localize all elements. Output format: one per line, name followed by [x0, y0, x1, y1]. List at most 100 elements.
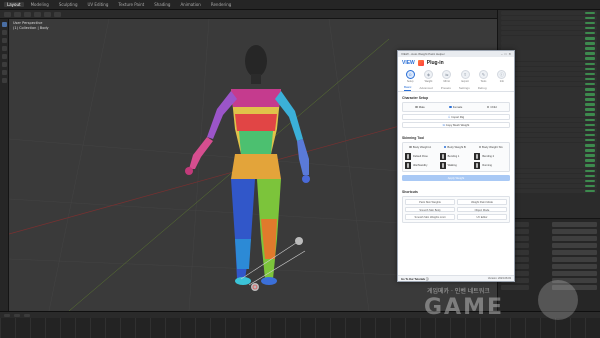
- outliner-row[interactable]: [501, 56, 597, 61]
- property-value-field[interactable]: [552, 250, 597, 255]
- pose-tile[interactable]: Idle/Standby: [405, 162, 438, 169]
- editor-type-button[interactable]: [4, 11, 11, 17]
- outliner-row[interactable]: [501, 30, 597, 36]
- playback-menu[interactable]: [14, 313, 20, 317]
- apply-weight-button[interactable]: Apply Weight: [402, 175, 510, 181]
- timeline-scrubber[interactable]: [0, 318, 600, 338]
- outliner-row[interactable]: [501, 25, 597, 31]
- outliner-row[interactable]: [501, 92, 597, 97]
- measure-tool[interactable]: [2, 78, 7, 83]
- outliner-row[interactable]: [501, 41, 597, 46]
- outliner-row[interactable]: [501, 143, 597, 148]
- annotate-tool[interactable]: [2, 70, 7, 75]
- mode-button[interactable]: ☺ Setup: [405, 70, 415, 83]
- outliner-row[interactable]: [501, 178, 597, 184]
- tab-presets[interactable]: Presets: [441, 86, 451, 91]
- tab-debug[interactable]: Debug: [478, 86, 487, 91]
- property-value-field[interactable]: [552, 222, 597, 227]
- select-tool[interactable]: [2, 22, 7, 27]
- scale-tool[interactable]: [2, 54, 7, 59]
- object-menu[interactable]: [54, 11, 61, 17]
- radio-option[interactable]: Male: [415, 105, 425, 109]
- property-value-field[interactable]: [552, 236, 597, 241]
- outliner-row[interactable]: [501, 168, 597, 173]
- shortcut-button[interactable]: Paint Skin Weights: [405, 199, 455, 205]
- mode-select[interactable]: [14, 11, 21, 17]
- copy-mesh-weight-button[interactable]: ⧉Copy Mesh Weight: [402, 122, 510, 128]
- keying-menu[interactable]: [24, 313, 30, 317]
- outliner-row[interactable]: [501, 97, 597, 102]
- outliner-row[interactable]: [501, 36, 597, 41]
- property-value-field[interactable]: [552, 257, 597, 262]
- mode-button[interactable]: ⇋ Mirror: [442, 70, 452, 83]
- shortcut-button[interactable]: Smooth Skin Weights Limit: [405, 214, 455, 220]
- radio-option[interactable]: Child: [486, 105, 497, 109]
- mode-button[interactable]: ⇪ Export: [460, 70, 470, 83]
- outliner-row[interactable]: [501, 107, 597, 112]
- outliner-row[interactable]: [501, 51, 597, 56]
- close-icon[interactable]: ✕: [508, 52, 511, 56]
- shortcut-button[interactable]: UV Editor: [457, 214, 507, 220]
- rotate-tool[interactable]: [2, 46, 7, 51]
- outliner-row[interactable]: [501, 148, 597, 153]
- radio-option[interactable]: Female: [449, 105, 462, 109]
- cursor-tool[interactable]: [2, 30, 7, 35]
- outliner-row[interactable]: [501, 46, 597, 51]
- outliner-row[interactable]: [501, 102, 597, 107]
- workspace-tab[interactable]: Texture Paint: [115, 2, 147, 7]
- tab-advanced[interactable]: Advanced: [419, 86, 432, 91]
- shortcut-button[interactable]: Smooth Skin Body: [405, 206, 455, 212]
- maximize-icon[interactable]: □: [505, 52, 507, 56]
- pose-tile[interactable]: Default Pose: [405, 153, 438, 160]
- outliner-row[interactable]: [501, 153, 597, 158]
- mode-button[interactable]: ⓘ Info: [497, 70, 507, 83]
- outliner-row[interactable]: [501, 15, 597, 21]
- transform-tool[interactable]: [2, 62, 7, 67]
- pose-tile[interactable]: Bending 1: [439, 153, 473, 160]
- outliner-row[interactable]: [501, 183, 597, 189]
- outliner-row[interactable]: [501, 71, 597, 77]
- workspace-tab[interactable]: Sculpting: [56, 2, 81, 7]
- view-menu[interactable]: [24, 11, 31, 17]
- tutorials-link[interactable]: Go To Our Tutorials ⓘ: [401, 277, 428, 281]
- move-tool[interactable]: [2, 38, 7, 43]
- add-menu[interactable]: [44, 11, 51, 17]
- workspace-tab[interactable]: Shading: [151, 2, 173, 7]
- tab-settings[interactable]: Settings: [459, 86, 470, 91]
- outliner-row[interactable]: [501, 158, 597, 163]
- import-rig-button[interactable]: ⇩Import Rig: [402, 114, 510, 120]
- outliner-row[interactable]: [501, 137, 597, 143]
- character-mesh[interactable]: [185, 45, 310, 285]
- outliner-row[interactable]: [501, 66, 597, 72]
- outliner-row[interactable]: [501, 173, 597, 179]
- minimize-icon[interactable]: –: [501, 52, 503, 56]
- property-value-field[interactable]: [552, 264, 597, 269]
- outliner-row[interactable]: [501, 117, 597, 123]
- play-button[interactable]: [4, 313, 10, 317]
- outliner-row[interactable]: [501, 127, 597, 133]
- property-value-field[interactable]: [552, 243, 597, 248]
- outliner-row[interactable]: [501, 132, 597, 138]
- shortcut-button[interactable]: Weight Paint Mode: [457, 199, 507, 205]
- workspace-tab[interactable]: Layout: [4, 2, 24, 7]
- outliner-row[interactable]: [501, 10, 597, 16]
- radio-option[interactable]: Body Weight B: [443, 145, 466, 149]
- outliner-row[interactable]: [501, 87, 597, 92]
- workspace-tab[interactable]: Animation: [177, 2, 203, 7]
- workspace-tab[interactable]: Modeling: [28, 2, 52, 7]
- outliner-row[interactable]: [501, 76, 597, 82]
- mode-button[interactable]: ✎ Tools: [478, 70, 488, 83]
- outliner-row[interactable]: [501, 61, 597, 67]
- outliner-row[interactable]: [501, 163, 597, 168]
- mode-button[interactable]: ◈ Weight: [423, 70, 433, 83]
- radio-option[interactable]: Body Weight SG: [478, 145, 503, 149]
- outliner-row[interactable]: [501, 112, 597, 117]
- select-menu[interactable]: [34, 11, 41, 17]
- property-value-field[interactable]: [552, 271, 597, 276]
- pose-tile[interactable]: Bending 2: [474, 153, 507, 160]
- outliner-row[interactable]: [501, 188, 597, 194]
- outliner-row[interactable]: [501, 122, 597, 128]
- tab-basic[interactable]: Basic: [404, 85, 412, 91]
- radio-option[interactable]: Body Weight A: [409, 145, 431, 149]
- workspace-tab[interactable]: UV Editing: [85, 2, 112, 7]
